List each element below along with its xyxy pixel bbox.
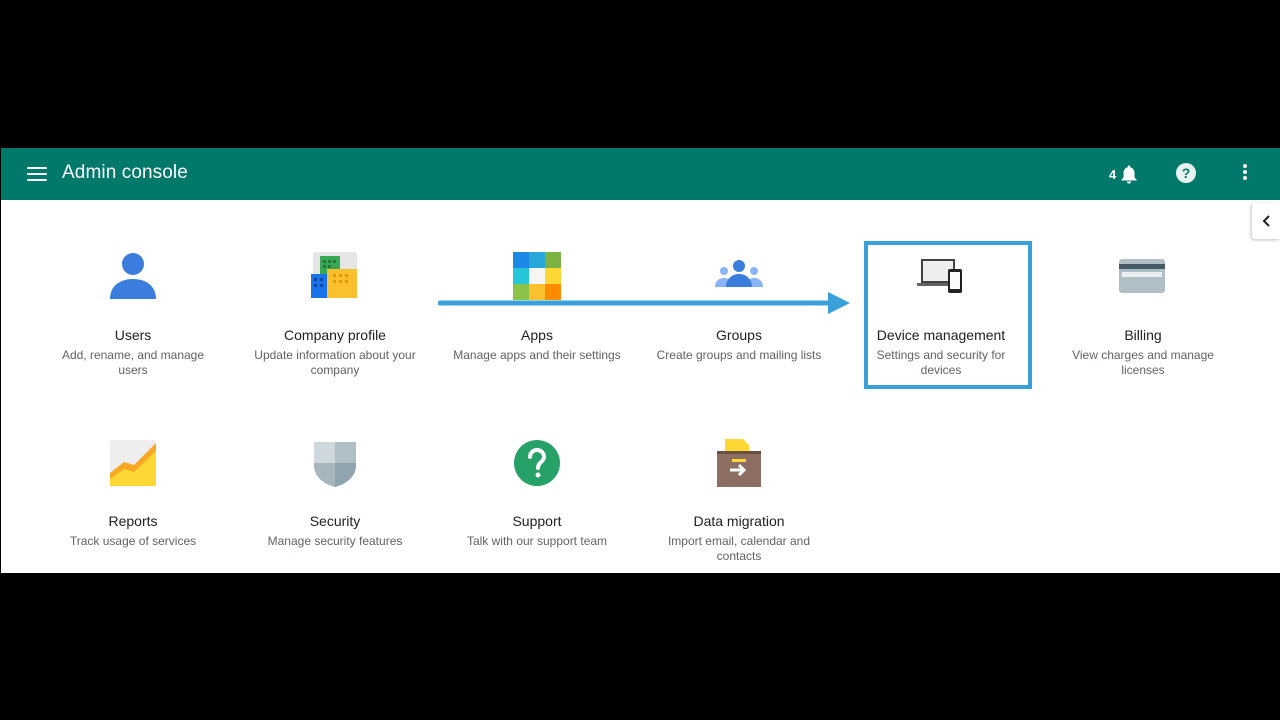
tile-title: Support	[512, 513, 562, 529]
buildings-icon	[311, 252, 357, 298]
tile-title: Company profile	[284, 327, 386, 343]
tile-data-migration[interactable]: Data migration Import email, calendar an…	[641, 437, 837, 564]
tile-security[interactable]: Security Manage security features	[237, 437, 433, 549]
tile-groups[interactable]: Groups Create groups and mailing lists	[641, 251, 837, 363]
tile-billing[interactable]: Billing View charges and manage licenses	[1045, 251, 1241, 378]
tile-description: Import email, calendar and contacts	[667, 534, 811, 563]
tile-description: View charges and manage licenses	[1072, 348, 1214, 377]
hamburger-menu-icon[interactable]	[27, 164, 47, 184]
tile-description: Track usage of services	[69, 534, 197, 548]
tile-description: Update information about your company	[254, 348, 416, 377]
tile-support[interactable]: Support Talk with our support team	[439, 437, 635, 549]
devices-icon	[917, 259, 962, 293]
tile-description: Settings and security for devices	[876, 348, 1006, 377]
tile-title: Billing	[1124, 327, 1162, 343]
notification-count: 4	[1109, 166, 1117, 182]
user-icon	[110, 253, 156, 299]
migration-box-icon	[717, 439, 761, 487]
shield-icon	[314, 442, 356, 487]
tile-title: Groups	[716, 327, 762, 343]
tile-apps[interactable]: Apps Manage apps and their settings	[439, 251, 635, 363]
more-vert-icon[interactable]	[1241, 164, 1249, 184]
tile-company-profile[interactable]: Company profile Update information about…	[237, 251, 433, 378]
tile-users[interactable]: Users Add, rename, and manage users	[35, 251, 231, 378]
groups-icon	[715, 260, 763, 287]
tile-description: Manage apps and their settings	[453, 348, 621, 362]
tile-reports[interactable]: Reports Track usage of services	[35, 437, 231, 549]
tile-description: Create groups and mailing lists	[656, 348, 822, 362]
chevron-left-icon	[1262, 215, 1270, 227]
tile-title: Apps	[521, 327, 553, 343]
apps-grid-icon	[513, 252, 561, 300]
tile-title: Reports	[108, 513, 158, 529]
tile-device-management[interactable]: Device management Settings and security …	[843, 251, 1039, 378]
tile-description: Talk with our support team	[466, 534, 608, 548]
app-title: Admin console	[62, 162, 188, 183]
tile-title: Device management	[876, 327, 1006, 343]
notifications-button[interactable]: 4	[1109, 162, 1138, 186]
top-app-bar: Admin console 4 ?	[1, 148, 1280, 200]
admin-console-window: Admin console 4 ? Users Add, rename, and…	[1, 148, 1280, 573]
help-icon	[514, 440, 560, 486]
tile-description: Manage security features	[267, 534, 403, 548]
tile-title: Security	[309, 513, 361, 529]
tile-description: Add, rename, and manage users	[61, 348, 205, 377]
side-panel-toggle[interactable]	[1252, 203, 1280, 239]
tile-title: Data migration	[693, 513, 785, 529]
chart-icon	[110, 440, 156, 486]
credit-card-icon	[1119, 259, 1165, 293]
tile-title: Users	[114, 327, 152, 343]
bell-icon	[1121, 165, 1137, 184]
help-circle-icon[interactable]: ?	[1176, 163, 1196, 183]
